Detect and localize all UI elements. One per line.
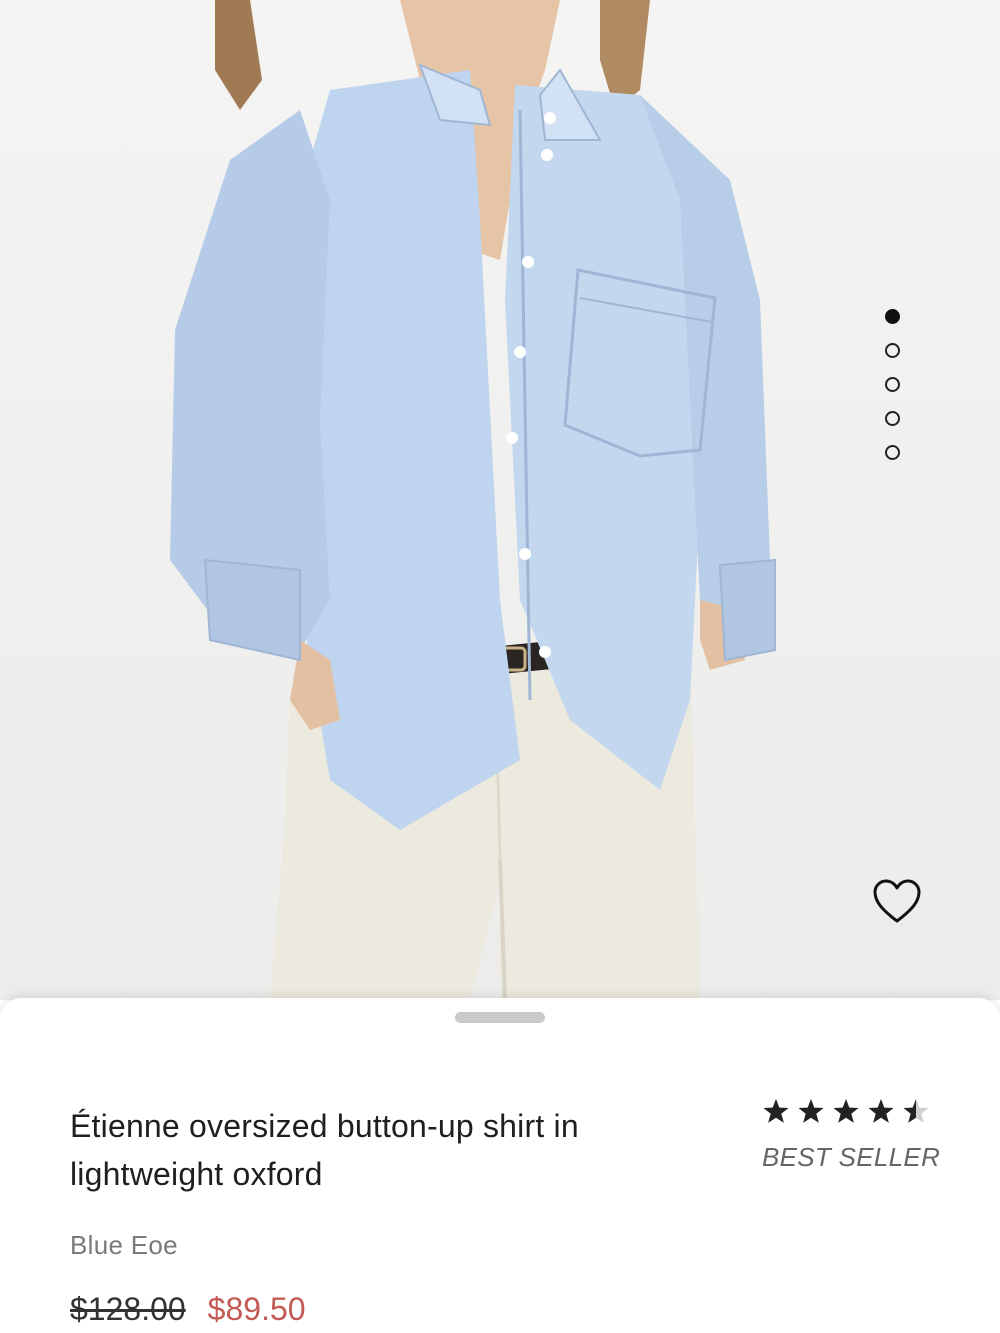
original-price: $128.00 [70, 1291, 186, 1327]
carousel-dot[interactable] [885, 309, 900, 324]
sheet-drag-handle[interactable] [455, 1012, 545, 1023]
product-title: Étienne oversized button-up shirt in lig… [70, 1108, 579, 1192]
star-icon [798, 1099, 824, 1123]
carousel-dot[interactable] [885, 411, 900, 426]
product-info-sheet[interactable]: Étienne oversized button-up shirt in lig… [0, 998, 1000, 1333]
product-color: Blue Eoe [70, 1230, 178, 1260]
carousel-dot[interactable] [885, 377, 900, 392]
star-icon [868, 1099, 894, 1123]
carousel-pagination[interactable] [885, 309, 903, 479]
sale-price: $89.50 [207, 1291, 306, 1327]
star-icon [763, 1099, 789, 1123]
product-rating[interactable]: BEST SELLER [762, 1098, 941, 1173]
carousel-dot[interactable] [885, 343, 900, 358]
product-photo [170, 0, 776, 1000]
star-icon [833, 1099, 859, 1123]
star-icon [903, 1099, 929, 1123]
price-row: $128.00 $89.50 [70, 1291, 306, 1328]
rating-stars [762, 1098, 932, 1124]
best-seller-badge: BEST SELLER [762, 1142, 941, 1172]
carousel-dot[interactable] [885, 445, 900, 460]
product-image[interactable] [0, 0, 1000, 1000]
favorite-button[interactable] [872, 878, 922, 926]
heart-outline-icon [873, 879, 921, 923]
